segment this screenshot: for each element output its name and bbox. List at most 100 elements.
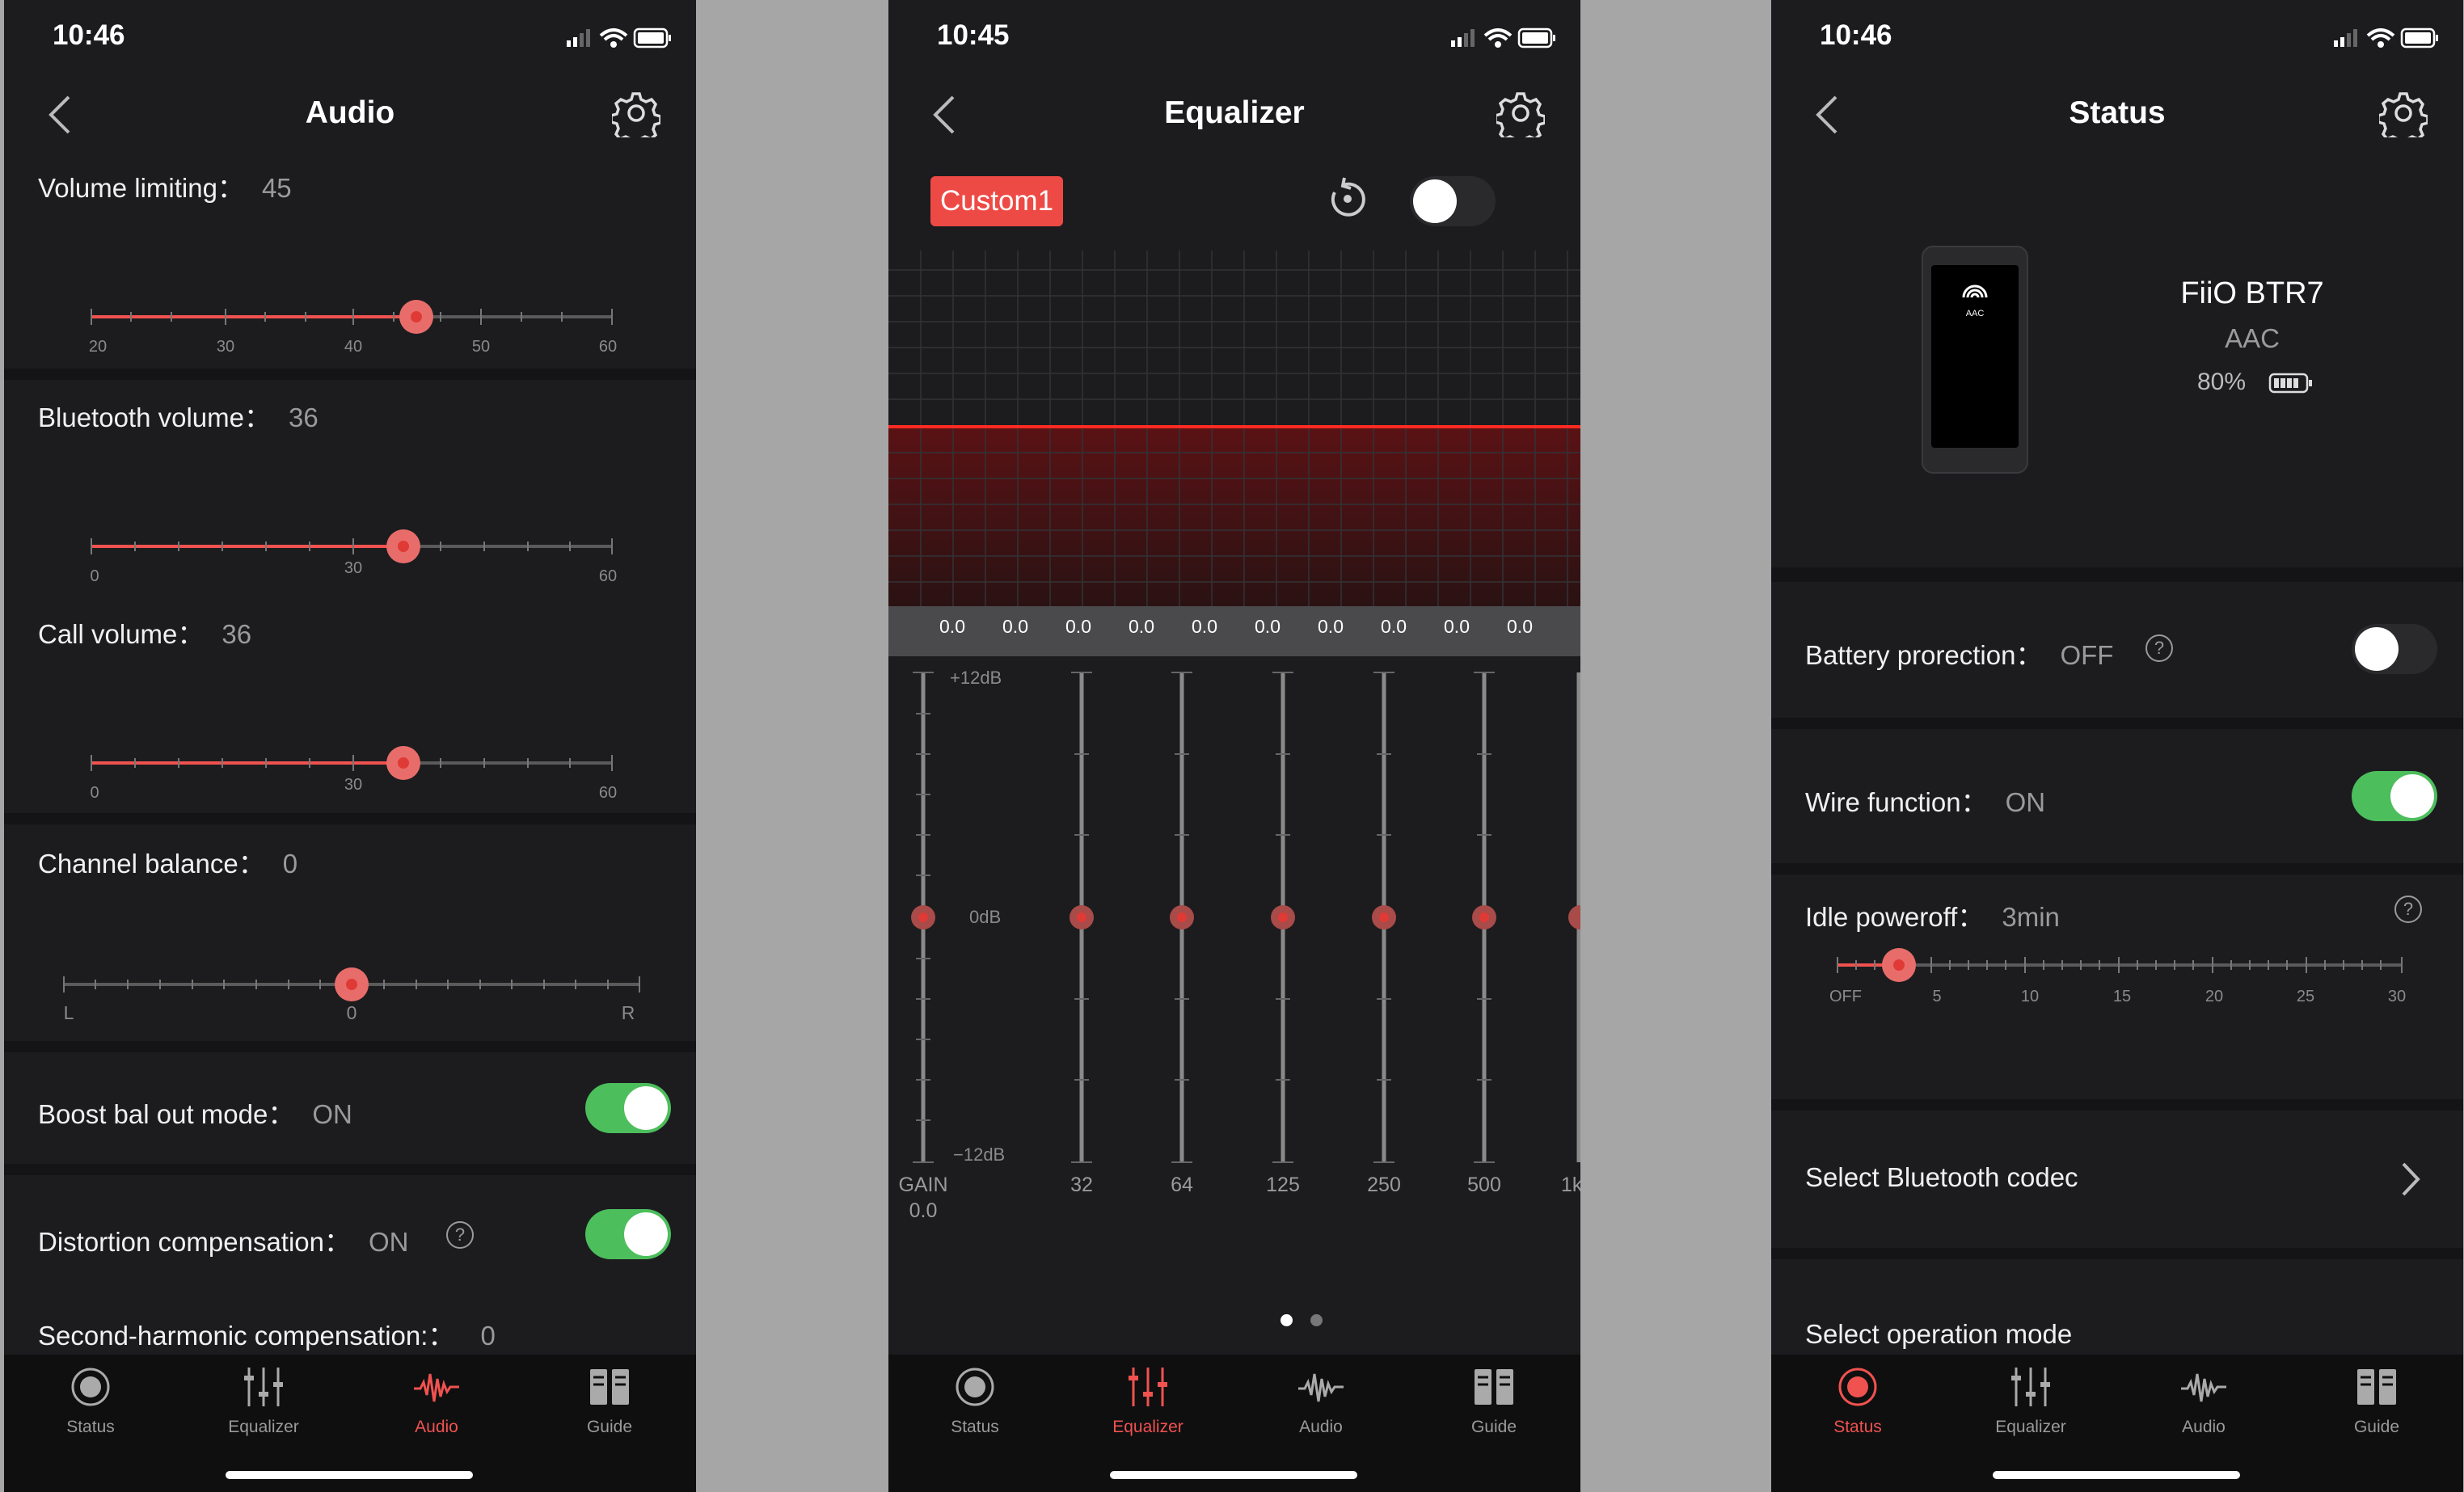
band-slider-1k[interactable] xyxy=(1568,672,1580,1162)
guide-book-icon xyxy=(590,1369,629,1405)
volume-limiting-label: Volume limiting： xyxy=(38,173,244,203)
band-value: 0.0 xyxy=(1444,616,1470,637)
home-indicator[interactable] xyxy=(226,1471,473,1479)
band-value: 0.0 xyxy=(1507,616,1533,637)
aac-logo-icon xyxy=(1962,284,1988,298)
second-harmonic-label: Second-harmonic compensation:： xyxy=(38,1321,455,1351)
status-bar: 10:45 xyxy=(888,0,1580,74)
scale-top-label: +12dB xyxy=(950,668,1002,688)
guide-book-icon xyxy=(2357,1369,2396,1405)
tab-status-label: Status xyxy=(66,1418,115,1436)
tick-label: 30 xyxy=(344,776,363,794)
equalizer-icon xyxy=(244,1368,283,1406)
tab-guide[interactable]: Guide xyxy=(1407,1363,1580,1452)
equalizer-enable-toggle[interactable] xyxy=(1410,176,1496,226)
reset-icon[interactable] xyxy=(1323,175,1372,223)
volume-limiting-slider[interactable] xyxy=(4,291,696,339)
boost-bal-out-toggle[interactable] xyxy=(585,1083,671,1133)
home-indicator[interactable] xyxy=(1993,1471,2240,1479)
band-slider-64[interactable] xyxy=(1170,672,1194,1163)
gain-label: GAIN xyxy=(898,1174,948,1196)
status-bar: 10:46 xyxy=(1771,0,2463,74)
distortion-compensation-label: Distortion compensation： xyxy=(38,1227,352,1257)
wire-function-toggle[interactable] xyxy=(2352,771,2437,821)
help-icon[interactable]: ? xyxy=(446,1221,474,1249)
system-status-icons xyxy=(567,27,671,48)
tab-guide-label: Guide xyxy=(1470,1418,1517,1436)
second-harmonic-value: 0 xyxy=(480,1321,496,1351)
help-icon[interactable]: ? xyxy=(2145,634,2173,662)
tab-audio-label: Audio xyxy=(415,1418,458,1436)
channel-balance-label: Channel balance： xyxy=(38,849,265,879)
settings-gear-icon[interactable] xyxy=(1496,89,1545,137)
page-dot[interactable] xyxy=(1310,1314,1323,1326)
tab-equalizer[interactable]: Equalizer xyxy=(1061,1363,1234,1452)
band-value: 0.0 xyxy=(1065,616,1091,637)
call-volume-label: Call volume： xyxy=(38,619,205,649)
battery-protection-toggle[interactable] xyxy=(2352,624,2437,674)
tick-label: 40 xyxy=(344,338,363,356)
wire-function-value: ON xyxy=(2005,787,2046,817)
tab-equalizer[interactable]: Equalizer xyxy=(1944,1363,2117,1452)
section-divider xyxy=(4,1041,696,1052)
device-image: AAC xyxy=(1922,246,2028,474)
distortion-compensation-value: ON xyxy=(369,1227,409,1257)
home-indicator[interactable] xyxy=(1110,1471,1357,1479)
toggle-knob xyxy=(2390,774,2434,818)
freq-label: 1k xyxy=(1561,1174,1580,1196)
idle-poweroff-row: Idle poweroff： 3min xyxy=(1805,896,2060,934)
gain-value: 0.0 xyxy=(909,1199,938,1222)
select-bluetooth-codec-row[interactable]: Select Bluetooth codec xyxy=(1771,1111,2463,1248)
tab-status[interactable]: Status xyxy=(888,1363,1061,1452)
chevron-right-icon xyxy=(2402,1162,2420,1196)
section-divider xyxy=(1771,718,2463,729)
call-volume-row: Call volume： 36 xyxy=(38,613,251,651)
tick-label: OFF xyxy=(1829,988,1862,1005)
tab-status[interactable]: Status xyxy=(1771,1363,1944,1452)
band-slider-32[interactable] xyxy=(1070,672,1094,1163)
settings-gear-icon[interactable] xyxy=(2379,89,2428,137)
nav-bar: Audio xyxy=(4,81,696,145)
toggle-knob xyxy=(2355,627,2399,671)
tick-label: L xyxy=(63,1002,74,1023)
help-icon[interactable]: ? xyxy=(2394,896,2422,923)
volume-limiting-row: Volume limiting： 45 xyxy=(38,166,292,205)
second-harmonic-row: Second-harmonic compensation:： 0 xyxy=(38,1314,496,1353)
distortion-compensation-toggle[interactable] xyxy=(585,1209,671,1259)
tab-equalizer-label: Equalizer xyxy=(1112,1418,1183,1436)
band-slider-500[interactable] xyxy=(1472,672,1496,1163)
tab-equalizer[interactable]: Equalizer xyxy=(177,1363,350,1452)
device-codec: AAC xyxy=(2225,323,2280,353)
nav-bar: Equalizer xyxy=(888,81,1580,145)
freq-label: 64 xyxy=(1171,1174,1193,1196)
clock: 10:45 xyxy=(937,19,1010,51)
tab-equalizer-label: Equalizer xyxy=(1995,1418,2066,1436)
freq-label: 500 xyxy=(1467,1174,1501,1196)
idle-poweroff-slider[interactable] xyxy=(1771,941,2463,989)
gain-slider[interactable] xyxy=(911,672,935,1163)
select-operation-mode-row[interactable]: Select operation mode xyxy=(1805,1319,2072,1350)
section-divider xyxy=(1771,863,2463,875)
tab-guide[interactable]: Guide xyxy=(523,1363,696,1452)
tab-guide-label: Guide xyxy=(2353,1418,2400,1436)
battery-icon xyxy=(2268,373,2312,394)
preset-selector[interactable]: Custom1 xyxy=(930,176,1064,226)
tab-audio[interactable]: Audio xyxy=(350,1363,523,1452)
page-dot-active[interactable] xyxy=(1281,1314,1293,1326)
settings-gear-icon[interactable] xyxy=(612,89,660,137)
section-divider xyxy=(1771,1099,2463,1111)
channel-balance-slider[interactable] xyxy=(4,959,696,1007)
band-slider-125[interactable] xyxy=(1271,672,1295,1163)
device-name: FiiO BTR7 xyxy=(2180,276,2324,310)
tab-status-label: Status xyxy=(951,1418,999,1436)
toggle-knob xyxy=(1413,179,1457,223)
band-value: 0.0 xyxy=(1318,616,1344,637)
section-divider xyxy=(1771,1248,2463,1259)
tab-guide[interactable]: Guide xyxy=(2290,1363,2463,1452)
tab-audio[interactable]: Audio xyxy=(2117,1363,2290,1452)
band-slider-250[interactable] xyxy=(1372,672,1396,1163)
tab-status[interactable]: Status xyxy=(4,1363,177,1452)
tab-audio[interactable]: Audio xyxy=(1234,1363,1407,1452)
boost-bal-out-row: Boost bal out mode： ON xyxy=(38,1093,352,1132)
band-value: 0.0 xyxy=(1381,616,1407,637)
